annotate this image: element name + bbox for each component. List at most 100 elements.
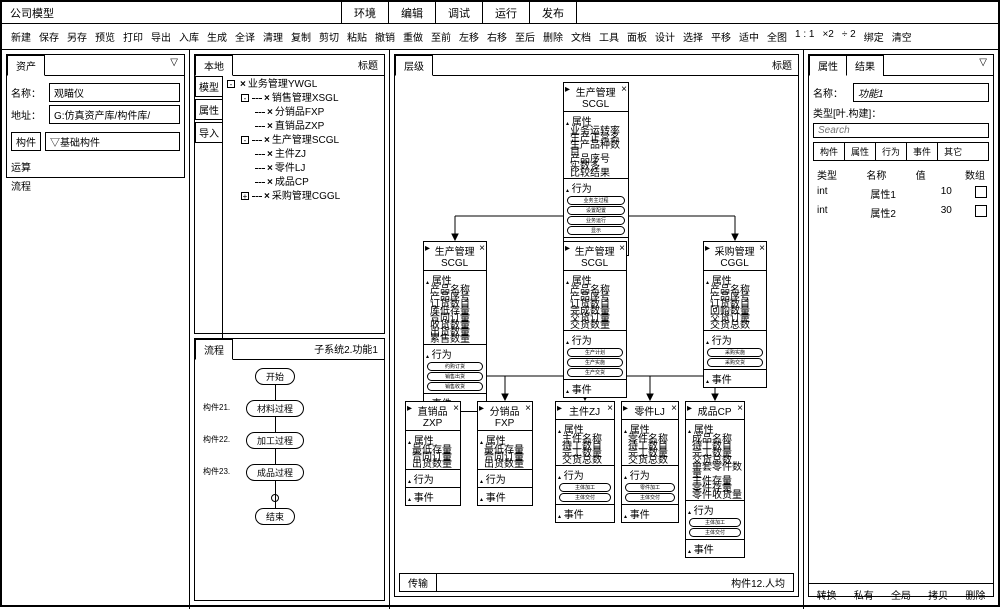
flow-n1[interactable]: 材料过程 [246, 400, 304, 417]
props-dropdown-icon[interactable]: ▽ [973, 55, 993, 76]
tb-paste[interactable]: 粘贴 [344, 27, 370, 46]
tab-props[interactable]: 属性 [809, 55, 847, 76]
tab-local[interactable]: 本地 [195, 55, 233, 76]
box-cp[interactable]: ▸成品CP× ▴ 属性成品名称待工数目完工数量交货总数单套零件数量主件存量零件存… [685, 401, 745, 558]
box-cggl[interactable]: ▸采购管理CGGL× ▴ 属性产品名称产品序号订货数目回购数量交货订量交货总数 … [703, 241, 767, 388]
tb-save[interactable]: 保存 [36, 27, 62, 46]
tb-back[interactable]: 至后 [512, 27, 538, 46]
btn-delete[interactable]: 删除 [965, 587, 985, 602]
tb-redo[interactable]: 重做 [400, 27, 426, 46]
tb-design[interactable]: 设计 [652, 27, 678, 46]
tab-flow[interactable]: 流程 [195, 339, 233, 360]
tb-doc[interactable]: 文档 [568, 27, 594, 46]
prop-row-2[interactable]: int 属性2 30 [813, 203, 989, 222]
btn-global[interactable]: 全局 [891, 587, 911, 602]
hierarchy-canvas[interactable]: ▸生产管理SCGL× ▴ 属性业务运转率生产正常名生产品种数目产品序号实数多比较… [395, 76, 798, 601]
vt-import[interactable]: 导入 [195, 122, 223, 143]
flow-n2[interactable]: 加工过程 [246, 432, 304, 449]
box-scgl-2[interactable]: ▸生产管理SCGL× ▴ 属性产品名称产品序号订货数目库低存量合同订量收货数量出… [423, 241, 487, 412]
vt-attr[interactable]: 属性 [195, 99, 223, 120]
col-array: 数组 [961, 165, 989, 184]
tab-results[interactable]: 结果 [846, 55, 884, 76]
subtab-attr[interactable]: 属性 [845, 143, 876, 160]
btn-convert[interactable]: 转换 [817, 587, 837, 602]
tab-assets[interactable]: 资产 [7, 55, 45, 76]
hier-title: 标题 [766, 55, 798, 76]
tb-left[interactable]: 左移 [456, 27, 482, 46]
asset-addr-label: 地址： [11, 107, 45, 122]
prop-name-input[interactable]: 功能1 [853, 83, 989, 102]
tb-undo[interactable]: 撤销 [372, 27, 398, 46]
tb-bind[interactable]: 绑定 [861, 27, 887, 46]
menu-edit[interactable]: 编辑 [389, 2, 436, 23]
menu-publish[interactable]: 发布 [530, 2, 577, 23]
tab-hier[interactable]: 层级 [395, 55, 433, 76]
btn-private[interactable]: 私有 [854, 587, 874, 602]
tab-transport[interactable]: 传输 [400, 574, 437, 591]
box-scgl-root[interactable]: ▸生产管理SCGL× ▴ 属性业务运转率生产正常名生产品种数目产品序号实数多比较… [563, 82, 629, 256]
vt-model[interactable]: 模型 [195, 76, 223, 97]
tb-fit[interactable]: 适中 [736, 27, 762, 46]
tb-right[interactable]: 右移 [484, 27, 510, 46]
flow-start[interactable]: 开始 [255, 368, 295, 385]
side-calc[interactable]: 运算 [11, 157, 180, 176]
tb-print[interactable]: 打印 [120, 27, 146, 46]
top-menu: 环境 编辑 调试 运行 发布 [342, 2, 577, 23]
tb-select[interactable]: 选择 [680, 27, 706, 46]
box-fxp[interactable]: ▸分销品FXP× ▴ 属性最低存量合同订量出货数量 ▴ 行为 ▴ 事件 [477, 401, 533, 506]
tb-front[interactable]: 至前 [428, 27, 454, 46]
model-tree[interactable]: -×业务管理YWGL -×销售管理XSGL ×分销品FXP ×直销品ZXP -×… [222, 76, 384, 338]
subtab-component[interactable]: 构件 [814, 143, 845, 160]
box-scgl-3[interactable]: ▸生产管理SCGL× ▴ 属性产品名称产品序号订货数目完成数量交货订量交货数量 … [563, 241, 627, 398]
subtab-other[interactable]: 其它 [938, 143, 968, 160]
tb-all[interactable]: 全图 [764, 27, 790, 46]
tb-preview[interactable]: 预览 [92, 27, 118, 46]
tb-d2[interactable]: ÷ 2 [839, 27, 859, 46]
tb-11[interactable]: 1 : 1 [792, 27, 817, 46]
tb-panel[interactable]: 面板 [624, 27, 650, 46]
flow-title: 子系统2.功能1 [308, 339, 384, 360]
assets-dropdown-icon[interactable]: ▽ [164, 55, 184, 76]
hierarchy-column: 层级 标题 [390, 50, 804, 609]
array-checkbox-2[interactable] [975, 205, 987, 217]
menu-env[interactable]: 环境 [342, 2, 389, 23]
prop-row-1[interactable]: int 属性1 10 [813, 184, 989, 203]
box-zj[interactable]: ▸主件ZJ× ▴ 属性主件名称待工数目完工数量交货总数 ▴ 行为主体加工主体交付… [555, 401, 615, 523]
prop-name-label: 名称： [813, 85, 849, 100]
box-zxp[interactable]: ▸直销品ZXP× ▴ 属性最低存量合同订量出货数量 ▴ 行为 ▴ 事件 [405, 401, 461, 506]
asset-addr-input[interactable]: G:仿真资产库/构件库/ [49, 105, 180, 124]
toolbar: 新建 保存 另存 预览 打印 导出 入库 生成 全译 清理 复制 剪切 粘贴 撤… [2, 24, 998, 50]
tb-x2[interactable]: ×2 [819, 27, 836, 46]
array-checkbox-1[interactable] [975, 186, 987, 198]
asset-component-select[interactable]: ▽基础构件 [45, 132, 180, 151]
menu-debug[interactable]: 调试 [436, 2, 483, 23]
tb-saveas[interactable]: 另存 [64, 27, 90, 46]
tb-compile[interactable]: 全译 [232, 27, 258, 46]
local-column: 本地 标题 模型 属性 导入 -×业务管理YWGL -×销售管理XSGL ×分销… [190, 50, 390, 609]
tb-cut[interactable]: 剪切 [316, 27, 342, 46]
search-input[interactable] [813, 123, 989, 138]
tb-delete[interactable]: 删除 [540, 27, 566, 46]
flowchart[interactable]: 开始 材料过程 构件21. 加工过程 构件22. 成品过程 构件23. 结束 [195, 360, 384, 540]
tb-new[interactable]: 新建 [8, 27, 34, 46]
asset-component-label: 构件 [11, 132, 41, 151]
subtab-behavior[interactable]: 行为 [876, 143, 907, 160]
flow-end[interactable]: 结束 [255, 508, 295, 525]
app-title: 公司模型 [2, 2, 342, 23]
transport-bar: 传输 构件12.人均 [399, 573, 794, 592]
tb-gen[interactable]: 生成 [204, 27, 230, 46]
flow-n3[interactable]: 成品过程 [246, 464, 304, 481]
btn-copy[interactable]: 拷贝 [928, 587, 948, 602]
box-lj[interactable]: ▸零件LJ× ▴ 属性零件名称待工数目完工数量交货总数 ▴ 行为零件加工主体交付… [621, 401, 679, 523]
tb-copy[interactable]: 复制 [288, 27, 314, 46]
asset-name-input[interactable]: 观瞄仪 [49, 83, 180, 102]
subtab-event[interactable]: 事件 [907, 143, 938, 160]
tb-export[interactable]: 导出 [148, 27, 174, 46]
tb-pan[interactable]: 平移 [708, 27, 734, 46]
tb-tool[interactable]: 工具 [596, 27, 622, 46]
tb-clean[interactable]: 清理 [260, 27, 286, 46]
menu-run[interactable]: 运行 [483, 2, 530, 23]
tb-store[interactable]: 入库 [176, 27, 202, 46]
tb-clear[interactable]: 清空 [889, 27, 915, 46]
side-flow[interactable]: 流程 [11, 176, 180, 195]
